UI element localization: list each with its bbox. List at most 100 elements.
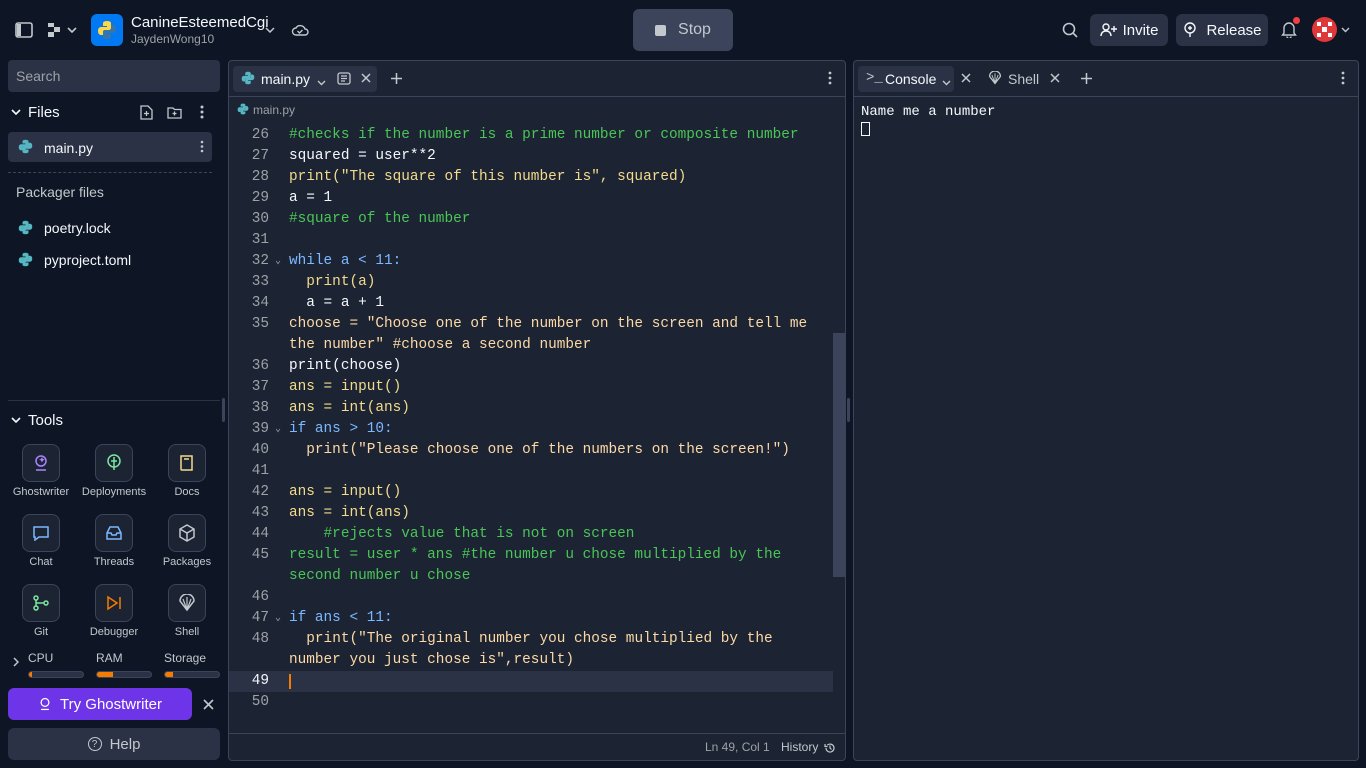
notifications-bell-icon[interactable] bbox=[1278, 17, 1300, 40]
divider bbox=[854, 96, 1358, 97]
tool-docs[interactable]: Docs bbox=[152, 444, 222, 498]
history-button[interactable]: History bbox=[781, 740, 836, 754]
deployments-icon bbox=[95, 444, 133, 482]
cpu-label: CPU bbox=[28, 651, 54, 665]
editor-scrollbar[interactable] bbox=[833, 333, 845, 577]
search-icon[interactable] bbox=[1060, 20, 1080, 40]
resources-expand-chevron-icon[interactable] bbox=[10, 656, 22, 668]
code-line: 30 #square of the number bbox=[251, 211, 471, 227]
tool-threads[interactable]: Threads bbox=[79, 514, 149, 568]
code-line: 42 ans = input() bbox=[251, 484, 402, 500]
fold-chevron-icon[interactable]: ⌄ bbox=[275, 608, 281, 629]
tool-ghostwriter[interactable]: Ghostwriter bbox=[6, 444, 76, 498]
history-icon bbox=[824, 743, 835, 753]
ram-label: RAM bbox=[96, 651, 123, 665]
close-tab-icon[interactable] bbox=[959, 71, 973, 85]
python-file-icon bbox=[18, 252, 33, 272]
python-file-icon bbox=[237, 103, 249, 118]
invite-button[interactable]: Invite bbox=[1090, 14, 1168, 46]
sidebar-toggle-icon[interactable] bbox=[14, 20, 34, 40]
file-item-poetry-lock[interactable]: poetry.lock bbox=[8, 214, 212, 240]
repl-name[interactable]: CanineEsteemedCgi bbox=[131, 14, 269, 31]
chevron-down-icon[interactable] bbox=[942, 73, 951, 91]
python-logo-icon bbox=[91, 14, 123, 46]
chevron-down-icon[interactable] bbox=[317, 73, 326, 91]
breadcrumb[interactable]: main.py bbox=[237, 103, 295, 118]
avatar[interactable] bbox=[1312, 17, 1337, 42]
text-cursor bbox=[289, 674, 291, 689]
cpu-meter bbox=[28, 671, 84, 678]
search-input[interactable]: Search bbox=[8, 60, 220, 92]
tools-collapse-chevron-icon[interactable] bbox=[10, 414, 22, 426]
tool-debugger[interactable]: Debugger bbox=[79, 584, 149, 638]
code-line: 28 print("The square of this number is", … bbox=[251, 169, 687, 185]
ram-meter bbox=[96, 671, 152, 678]
new-file-icon[interactable] bbox=[138, 104, 154, 120]
help-button[interactable]: ? Help bbox=[8, 728, 220, 760]
stop-button[interactable]: Stop bbox=[633, 9, 733, 51]
tool-packages[interactable]: Packages bbox=[152, 514, 222, 568]
code-line: 43 ans = int(ans) bbox=[251, 505, 410, 521]
terminal-icon: >_ bbox=[866, 70, 883, 86]
new-folder-icon[interactable] bbox=[166, 104, 182, 120]
chevron-down-icon[interactable] bbox=[262, 22, 278, 38]
code-line: 41 bbox=[251, 463, 269, 479]
format-icon[interactable] bbox=[337, 72, 351, 90]
terminal-cursor[interactable] bbox=[861, 122, 870, 136]
pane-menu-icon[interactable] bbox=[1336, 69, 1350, 87]
fold-chevron-icon[interactable]: ⌄ bbox=[275, 251, 281, 272]
avatar-chevron-icon[interactable] bbox=[1339, 24, 1351, 36]
code-line: 39 ⌄ if ans > 10: bbox=[229, 419, 833, 440]
code-line: 49 bbox=[229, 671, 833, 692]
code-editor[interactable]: 26 #checks if the number is a prime numbe… bbox=[229, 125, 833, 731]
replit-menu-icon[interactable] bbox=[46, 20, 80, 40]
code-line: 33 print(a) bbox=[251, 274, 376, 290]
add-tab-icon[interactable] bbox=[387, 69, 405, 87]
repl-owner[interactable]: JaydenWong10 bbox=[131, 32, 214, 46]
cloud-saved-icon bbox=[290, 20, 310, 40]
fold-chevron-icon[interactable]: ⌄ bbox=[275, 419, 281, 440]
close-icon[interactable] bbox=[200, 696, 216, 712]
code-line: 32 ⌄ while a < 11: bbox=[229, 251, 833, 272]
console-output: Name me a number bbox=[861, 104, 996, 120]
files-menu-icon[interactable] bbox=[194, 104, 210, 120]
python-file-icon bbox=[18, 139, 33, 159]
code-line: 35 choose = "Choose one of the number on … bbox=[251, 316, 816, 353]
pane-resize-handle[interactable] bbox=[847, 398, 850, 422]
cursor-position[interactable]: Ln 49, Col 1 bbox=[705, 740, 770, 754]
release-button[interactable]: Release bbox=[1176, 14, 1268, 46]
try-ghostwriter-button[interactable]: Try Ghostwriter bbox=[8, 688, 192, 720]
tab-console[interactable]: >_ Console bbox=[858, 66, 954, 92]
code-line: 29 a = 1 bbox=[251, 190, 333, 206]
tool-deployments[interactable]: Deployments bbox=[79, 444, 149, 498]
close-tab-icon[interactable] bbox=[1048, 71, 1062, 85]
tool-git[interactable]: Git bbox=[6, 584, 76, 638]
file-item-main-py[interactable]: main.py bbox=[8, 132, 212, 162]
code-line: 31 bbox=[251, 232, 269, 248]
help-icon: ? bbox=[87, 737, 102, 751]
sidebar: Search Files main.py Packager files poet… bbox=[0, 60, 226, 768]
code-line: 40 print("Please choose one of the numbe… bbox=[251, 442, 790, 458]
tool-shell[interactable]: Shell bbox=[152, 584, 222, 638]
tool-chat[interactable]: Chat bbox=[6, 514, 76, 568]
code-line: 38 ans = int(ans) bbox=[251, 400, 410, 416]
code-line: 50 bbox=[251, 694, 269, 710]
divider bbox=[229, 733, 845, 734]
file-item-pyproject-toml[interactable]: pyproject.toml bbox=[8, 246, 212, 272]
close-tab-icon[interactable] bbox=[359, 71, 373, 85]
console-panel: >_ Console Shell Name me a number bbox=[853, 60, 1359, 761]
debugger-icon bbox=[95, 584, 133, 622]
code-line: 26 #checks if the number is a prime numbe… bbox=[251, 127, 799, 143]
shell-icon bbox=[168, 584, 206, 622]
tab-main-py[interactable]: main.py bbox=[233, 66, 377, 92]
file-menu-icon[interactable] bbox=[200, 140, 204, 158]
ghostwriter-icon bbox=[40, 697, 50, 711]
pane-menu-icon[interactable] bbox=[823, 69, 837, 87]
code-line: 37 ans = input() bbox=[251, 379, 402, 395]
chat-icon bbox=[22, 514, 60, 552]
files-collapse-chevron-icon[interactable] bbox=[10, 106, 22, 118]
add-tab-icon[interactable] bbox=[1077, 69, 1095, 87]
notification-dot bbox=[1293, 17, 1300, 24]
sidebar-resize-handle[interactable] bbox=[222, 398, 225, 422]
top-bar: CanineEsteemedCgi JaydenWong10 Stop Invi… bbox=[0, 0, 1366, 60]
